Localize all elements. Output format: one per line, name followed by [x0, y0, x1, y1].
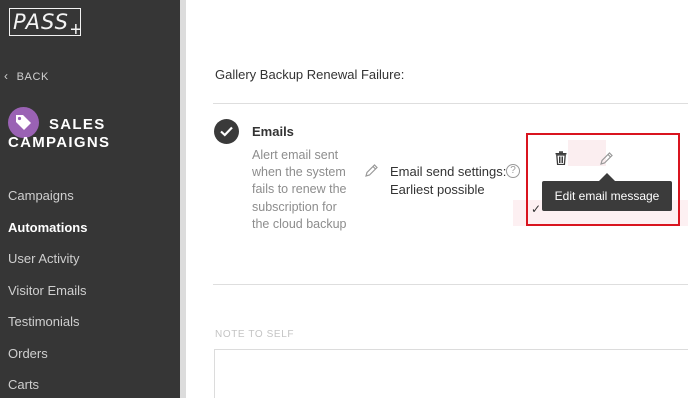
- section-title-line1: SALES: [49, 116, 106, 133]
- sidebar-nav: Campaigns Automations User Activity Visi…: [0, 180, 180, 398]
- enabled-check-toggle[interactable]: [214, 119, 239, 144]
- sidebar-item-automations[interactable]: Automations: [0, 212, 180, 244]
- back-label: BACK: [16, 71, 49, 83]
- back-link[interactable]: ‹ BACK: [4, 69, 49, 83]
- sidebar-item-campaigns[interactable]: Campaigns: [0, 180, 180, 212]
- divider-top: [213, 103, 688, 104]
- note-to-self-label: NOTE TO SELF: [215, 329, 295, 340]
- sidebar-item-carts[interactable]: Carts: [0, 369, 180, 398]
- section-title-line2: CAMPAIGNS: [8, 134, 111, 151]
- automation-heading: Gallery Backup Renewal Failure:: [215, 67, 405, 82]
- note-to-self-input[interactable]: [214, 349, 688, 398]
- logo-plus: +: [70, 19, 82, 41]
- email-send-settings[interactable]: Email send settings: Earliest possible: [390, 163, 506, 199]
- pencil-icon[interactable]: [364, 163, 379, 183]
- sidebar-item-user-activity[interactable]: User Activity: [0, 243, 180, 275]
- highlight-box: [526, 133, 680, 226]
- section-title: SALES CAMPAIGNS: [8, 116, 110, 152]
- emails-description: Alert email sent when the system fails t…: [252, 148, 347, 231]
- back-chevron-icon: ‹: [4, 69, 9, 83]
- sidebar-item-orders[interactable]: Orders: [0, 338, 180, 370]
- logo-text: PASS: [13, 10, 69, 34]
- sidebar-divider: [180, 0, 186, 398]
- sidebar-item-testimonials[interactable]: Testimonials: [0, 306, 180, 338]
- emails-title: Emails: [252, 124, 294, 139]
- sidebar: PASS + ‹ BACK SALES CAMPAIGNS Campaigns A…: [0, 0, 180, 398]
- checkmark-icon: [220, 126, 233, 137]
- divider-bottom: [213, 284, 688, 285]
- send-settings-label: Email send settings:: [390, 164, 507, 179]
- help-icon[interactable]: ?: [506, 164, 520, 178]
- sidebar-item-visitor-emails[interactable]: Visitor Emails: [0, 275, 180, 307]
- send-settings-value: Earliest possible: [390, 182, 485, 197]
